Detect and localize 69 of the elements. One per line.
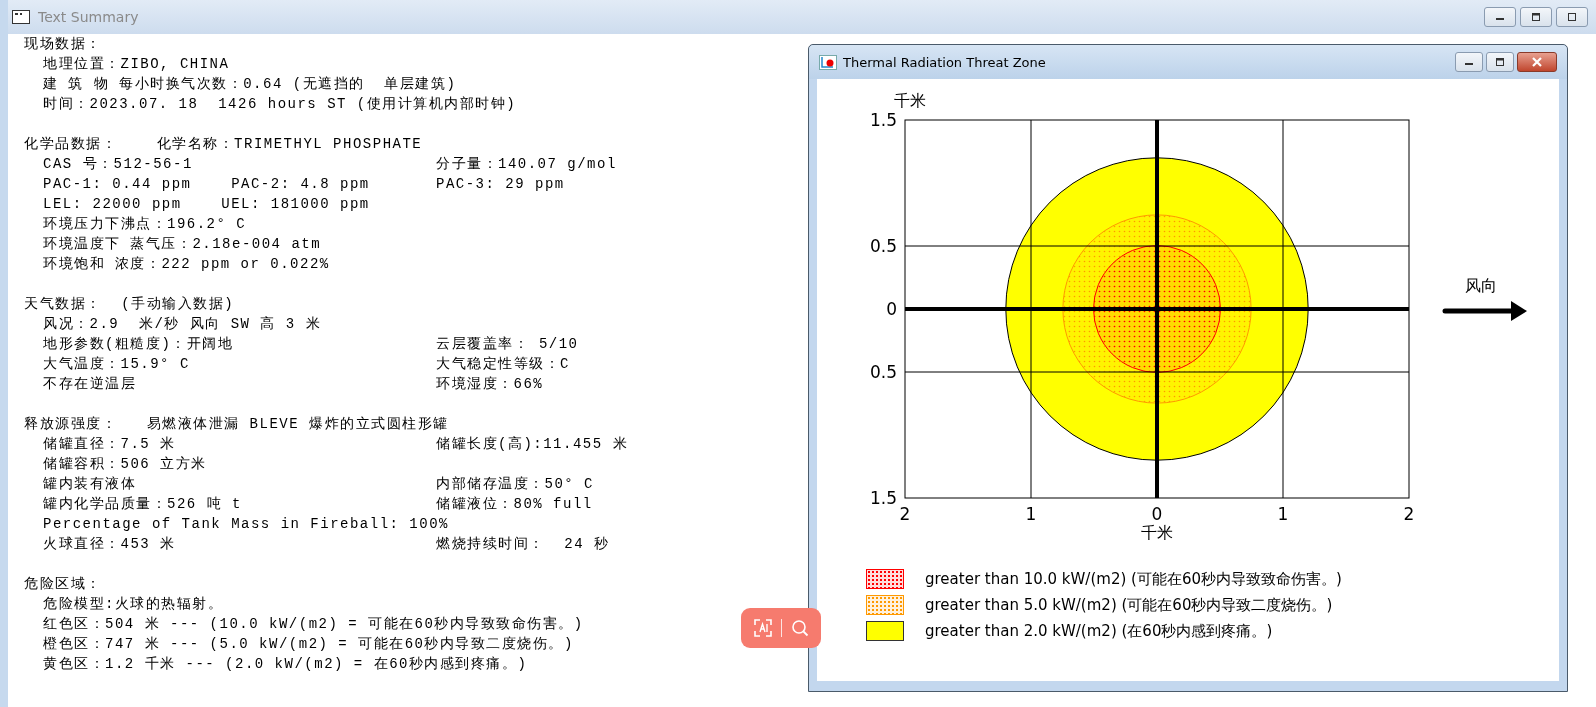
summary-line: 环境饱和 浓度：222 ppm or 0.022% [43, 255, 331, 274]
section-heading: 天气数据： (手动输入数据) [24, 295, 235, 314]
tick-label: 1 [1025, 504, 1037, 524]
summary-line: 风况：2.9 米/秒 风向 SW 高 3 米 [43, 315, 323, 334]
maximize-icon [1531, 13, 1541, 21]
tick-label: 0.5 [869, 362, 897, 382]
legend-label: greater than 10.0 kW/(m2) (可能在60秒内导致致命伤害。) [925, 569, 1342, 589]
summary-line: 橙色区：747 米 --- (5.0 kW/(m2) = 可能在60秒内导致二度烧伤。) [43, 635, 574, 654]
summary-line: 燃烧持续时间： 24 秒 [436, 535, 610, 554]
summary-line: 储罐液位：80% full [436, 495, 593, 514]
section-heading: 危险区域： [24, 575, 102, 594]
summary-line: 分子量：140.07 g/mol [436, 155, 617, 174]
window-title: Text Summary [38, 9, 139, 25]
summary-line: 环境温度下 蒸气压：2.18e-004 atm [43, 235, 323, 254]
summary-line: PAC-1: 0.44 ppm PAC-2: 4.8 ppm [43, 175, 371, 194]
summary-line: 黄色区：1.2 千米 --- (2.0 kW/(m2) = 在60秒内感到疼痛。) [43, 655, 528, 674]
summary-line: 内部储存温度：50° C [436, 475, 594, 494]
window-icon [12, 10, 30, 24]
summary-line: 危险模型:火球的热辐射。 [43, 595, 225, 614]
summary-line: LEL: 22000 ppm UEL: 181000 ppm [43, 195, 371, 214]
summary-line: 储罐直径：7.5 米 [43, 435, 177, 454]
summary-line: 储罐容积：506 立方米 [43, 455, 208, 474]
summary-line: 云层覆盖率： 5/10 [436, 335, 579, 354]
section-heading: 现场数据： [24, 35, 102, 54]
summary-line: Percentage of Tank Mass in Fireball: 100% [43, 515, 449, 534]
section-heading: 化学品数据： 化学名称：TRIMETHYL PHOSPHATE [24, 135, 423, 154]
summary-line: 环境湿度：66% [436, 375, 544, 394]
summary-line: 大气稳定性等级：C [436, 355, 570, 374]
maximize-button[interactable] [1486, 52, 1514, 72]
summary-line: PAC-3: 29 ppm [436, 175, 565, 194]
scan-icon[interactable] [752, 618, 773, 638]
summary-line: 不存在逆温层 [43, 375, 137, 394]
window-title: Thermal Radiation Threat Zone [843, 54, 1046, 70]
wind-direction-label: 风向 [1465, 276, 1497, 295]
legend-label: greater than 2.0 kW/(m2) (在60秒内感到疼痛。) [925, 621, 1273, 641]
axis-label: 千米 [894, 91, 926, 110]
legend-label: greater than 5.0 kW/(m2) (可能在60秒内导致二度烧伤。) [925, 595, 1333, 615]
tick-label: 0 [886, 299, 897, 319]
summary-line: 储罐长度(高):11.455 米 [436, 435, 628, 454]
summary-line: 建 筑 物 每小时换气次数：0.64 (无遮挡的 单层建筑) [43, 75, 457, 94]
tick-label: 0.5 [869, 236, 897, 256]
maximize-button[interactable] [1520, 7, 1552, 27]
maximize-icon [1495, 58, 1505, 66]
minimize-button[interactable] [1484, 7, 1516, 27]
tick-label: 2 [1403, 504, 1415, 524]
square-icon [1567, 13, 1577, 21]
tick-label: 1.5 [869, 110, 897, 130]
summary-line: 火球直径：453 米 [43, 535, 177, 554]
axis-label: 千米 [1141, 523, 1173, 542]
close-icon [1531, 57, 1543, 67]
tick-label: 1.5 [869, 488, 897, 508]
minimize-button[interactable] [1455, 52, 1483, 72]
summary-line: 地理位置：ZIBO, CHINA [43, 55, 231, 74]
tick-label: 2 [899, 504, 911, 524]
search-icon[interactable] [789, 618, 810, 638]
close-button[interactable] [1517, 52, 1557, 72]
section-heading: 释放源强度： 易燃液体泄漏 BLEVE 爆炸的立式圆柱形罐 [24, 415, 449, 434]
tick-label: 0 [1151, 504, 1163, 524]
summary-line: 罐内化学品质量：526 吨 t [43, 495, 243, 514]
summary-line: CAS 号：512-56-1 [43, 155, 194, 174]
summary-line: 地形参数(粗糙度)：开阔地 [43, 335, 235, 354]
summary-line: 红色区：504 米 --- (10.0 kW/(m2) = 可能在60秒内导致致命伤害。) [43, 615, 584, 634]
summary-line: 大气温度：15.9° C [43, 355, 191, 374]
tick-label: 1 [1277, 504, 1289, 524]
summary-line: 罐内装有液体 [43, 475, 137, 494]
chart-icon [819, 54, 837, 70]
summary-line: 环境压力下沸点：196.2° C [43, 215, 248, 234]
summary-line: 时间：2023.07. 18 1426 hours ST (使用计算机内部时钟) [43, 95, 517, 114]
close-button[interactable] [1556, 7, 1588, 27]
